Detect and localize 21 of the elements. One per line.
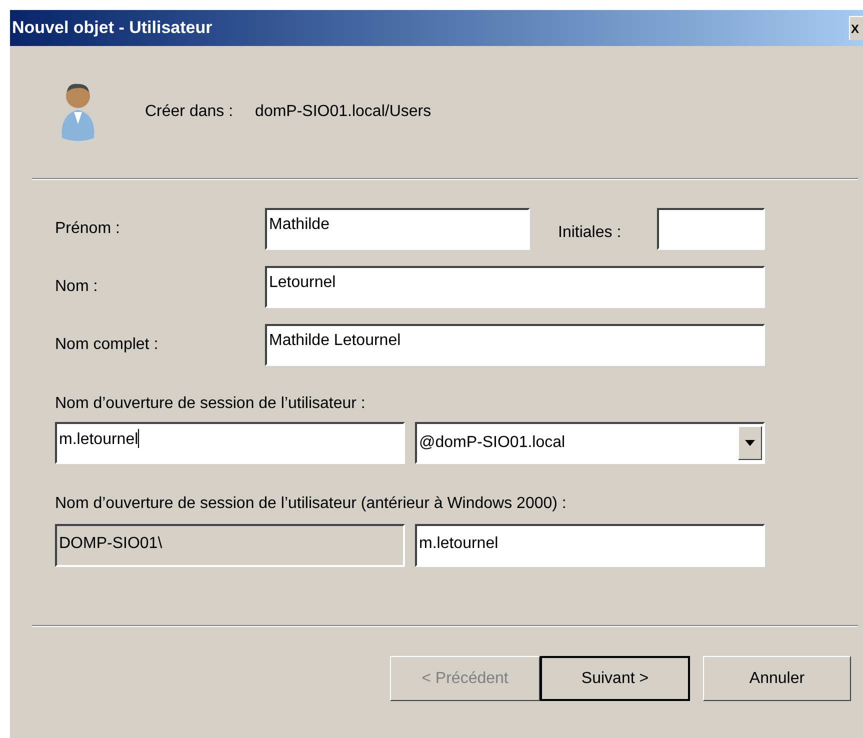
- location-label: Créer dans :: [145, 102, 234, 122]
- wizard-button[interactable]: Suivant >: [540, 656, 690, 701]
- input-field[interactable]: Letournel: [265, 266, 765, 308]
- user-icon: [60, 82, 96, 142]
- field-label: Nom :: [55, 277, 99, 297]
- domain-dropdown[interactable]: @domP-SIO01.local: [415, 422, 765, 464]
- field-label: Nom d’ouverture de session de l’utilisateur (antérieur à Windows 2000) :: [55, 494, 568, 514]
- input-field[interactable]: m.letournel: [415, 524, 765, 567]
- input-field[interactable]: m.letournel: [55, 422, 405, 464]
- input-field[interactable]: Mathilde: [265, 208, 530, 250]
- field-label: Initiales :: [558, 223, 622, 243]
- field-label: Nom complet :: [55, 335, 160, 355]
- field-label: Prénom :: [55, 219, 121, 239]
- window-title: Nouvel objet - Utilisateur: [12, 17, 212, 40]
- location-value: domP-SIO01.local/Users: [255, 102, 432, 122]
- input-field[interactable]: [657, 208, 765, 250]
- close-button[interactable]: X: [849, 16, 863, 40]
- domain-prefix-field: DOMP-SIO01\: [55, 524, 405, 567]
- field-label: Nom d’ouverture de session de l’utilisateur :: [55, 394, 366, 414]
- input-field[interactable]: Mathilde Letournel: [265, 324, 765, 366]
- wizard-button[interactable]: Annuler: [703, 656, 851, 701]
